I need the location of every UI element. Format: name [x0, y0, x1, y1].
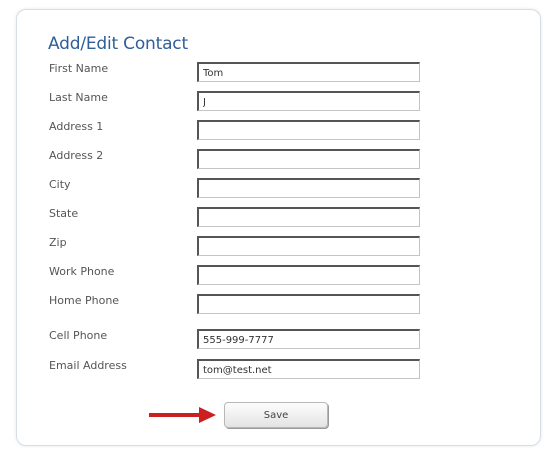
form-row-city: City — [0, 178, 551, 202]
save-button[interactable]: Save — [224, 402, 328, 428]
last-name-field[interactable] — [197, 91, 420, 111]
address-2-field[interactable] — [197, 149, 420, 169]
cell-phone-field[interactable] — [197, 329, 420, 349]
city-field[interactable] — [197, 178, 420, 198]
first-name-field[interactable] — [197, 62, 420, 82]
state-label: State — [49, 207, 79, 220]
address-1-field[interactable] — [197, 120, 420, 140]
address-2-label: Address 2 — [49, 149, 104, 162]
state-field[interactable] — [197, 207, 420, 227]
form-row-zip: Zip — [0, 236, 551, 260]
email-address-label: Email Address — [49, 359, 127, 372]
home-phone-field[interactable] — [197, 294, 420, 314]
form-title: Add/Edit Contact — [48, 34, 188, 54]
home-phone-label: Home Phone — [49, 294, 120, 307]
form-row-address-2: Address 2 — [0, 149, 551, 173]
form-row-cell-phone: Cell Phone — [0, 329, 551, 353]
address-1-label: Address 1 — [49, 120, 104, 133]
form-row-address-1: Address 1 — [0, 120, 551, 144]
first-name-label: First Name — [49, 62, 109, 75]
right-arrow-icon — [149, 407, 216, 423]
work-phone-field[interactable] — [197, 265, 420, 285]
form-row-state: State — [0, 207, 551, 231]
last-name-label: Last Name — [49, 91, 108, 104]
form-row-last-name: Last Name — [0, 91, 551, 115]
form-row-email-address: Email Address — [0, 359, 551, 383]
email-address-field[interactable] — [197, 359, 420, 379]
cell-phone-label: Cell Phone — [49, 329, 108, 342]
form-row-first-name: First Name — [0, 62, 551, 86]
zip-field[interactable] — [197, 236, 420, 256]
work-phone-label: Work Phone — [49, 265, 115, 278]
form-row-home-phone: Home Phone — [0, 294, 551, 318]
zip-label: Zip — [49, 236, 67, 249]
form-row-work-phone: Work Phone — [0, 265, 551, 289]
city-label: City — [49, 178, 71, 191]
